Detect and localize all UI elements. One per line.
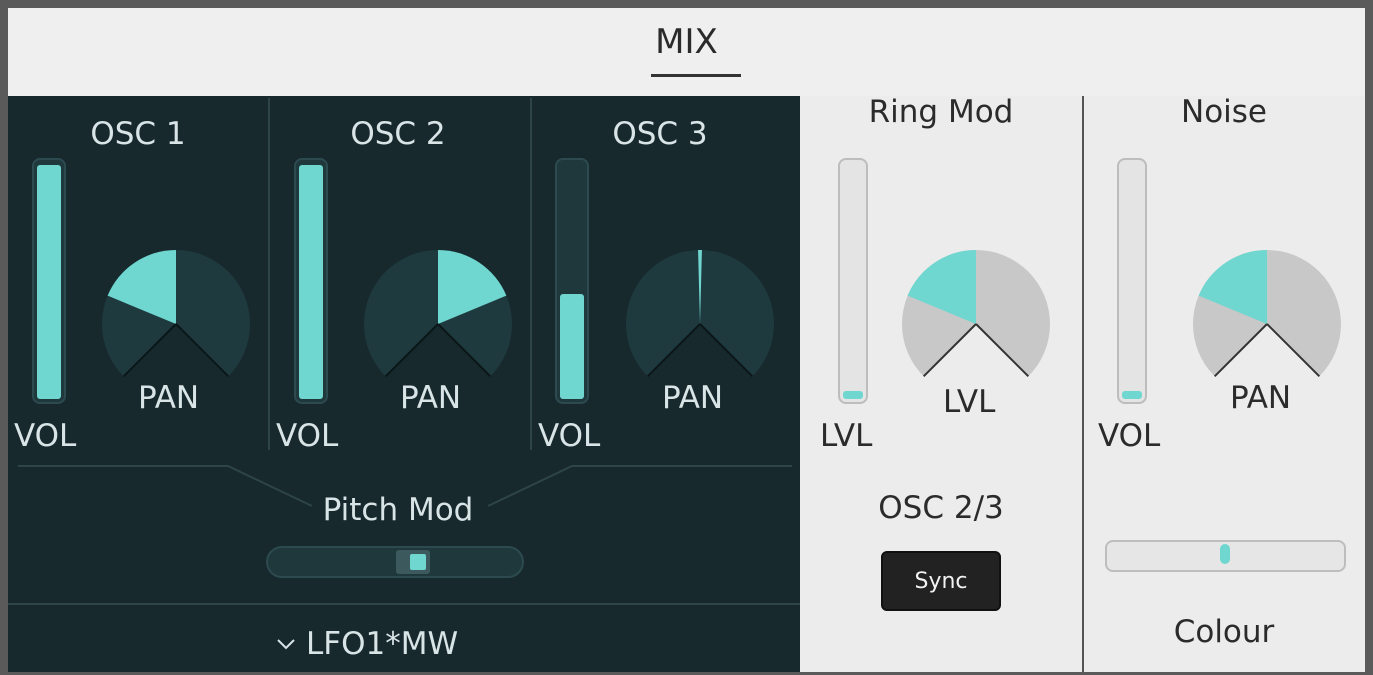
mix-panel: MIX OSC 1 OSC 2 OSC 3 VOL PAN VOL PAN VO…: [0, 0, 1373, 675]
slider-fill: [299, 165, 323, 399]
osc-sync-label: OSC 2/3: [878, 490, 1004, 526]
mod-source-label: LFO1*MW: [306, 626, 459, 662]
pitch-mod-label: Pitch Mod: [322, 492, 474, 528]
osc1-volume-slider[interactable]: [32, 158, 66, 404]
colour-slider-handle[interactable]: [1220, 544, 1230, 564]
ring-mod-lvl-label: LVL: [820, 418, 873, 454]
slider-fill: [37, 165, 61, 399]
noise-pan-label: PAN: [1230, 380, 1292, 416]
ring-mod-level-slider[interactable]: [838, 158, 868, 404]
osc3-pan-knob[interactable]: [624, 248, 776, 400]
osc3-vol-label: VOL: [538, 418, 601, 454]
knob-body: [102, 250, 251, 377]
slider-fill: [1122, 391, 1142, 399]
colour-label: Colour: [1173, 614, 1275, 650]
pitch-mod-slider-indicator: [410, 554, 426, 570]
ring-mod-knob-label: LVL: [943, 384, 996, 420]
ring-mod-level-knob[interactable]: [900, 248, 1052, 400]
osc2-pan-knob[interactable]: [362, 248, 514, 400]
osc1-pan-knob[interactable]: [100, 248, 252, 400]
ring-mod-title: Ring Mod: [868, 94, 1014, 130]
osc3-title: OSC 3: [612, 116, 708, 152]
noise-vol-label: VOL: [1098, 418, 1161, 454]
osc2-vol-label: VOL: [276, 418, 339, 454]
noise-volume-slider[interactable]: [1117, 158, 1147, 404]
divider: [1082, 96, 1084, 672]
osc3-volume-slider[interactable]: [555, 158, 589, 404]
sync-button[interactable]: Sync: [881, 551, 1001, 611]
mod-source-dropdown[interactable]: LFO1*MW: [276, 624, 458, 664]
osc2-volume-slider[interactable]: [294, 158, 328, 404]
slider-fill: [560, 294, 584, 399]
noise-title: Noise: [1181, 94, 1267, 130]
osc1-vol-label: VOL: [14, 418, 77, 454]
osc1-title: OSC 1: [90, 116, 186, 152]
chevron-down-icon: [277, 639, 295, 650]
pitch-mod-slider[interactable]: [266, 546, 524, 578]
osc2-title: OSC 2: [350, 116, 446, 152]
slider-fill: [843, 391, 863, 399]
noise-pan-knob[interactable]: [1191, 248, 1343, 400]
